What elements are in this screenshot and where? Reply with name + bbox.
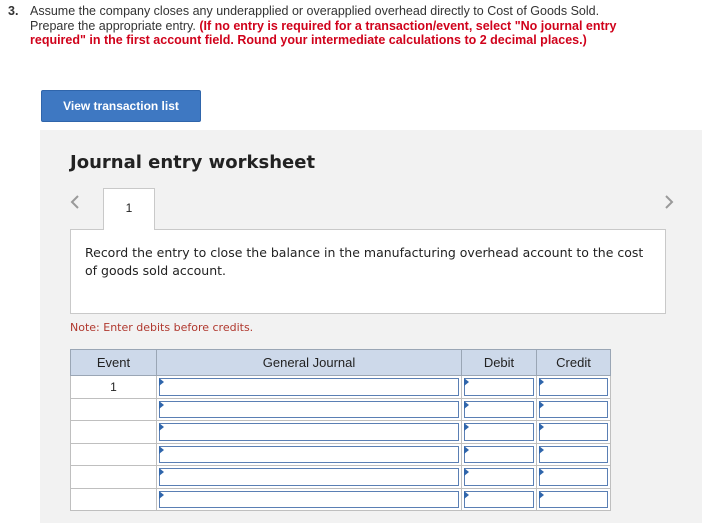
note-text: Note: Enter debits before credits. <box>70 321 254 334</box>
question-text: Assume the company closes any underappli… <box>30 4 640 48</box>
credit-field[interactable] <box>536 420 611 444</box>
event-cell <box>70 397 157 421</box>
header-debit: Debit <box>461 349 537 376</box>
header-general-journal: General Journal <box>156 349 462 376</box>
question-number: 3. <box>8 4 19 18</box>
header-credit: Credit <box>536 349 611 376</box>
account-field[interactable] <box>156 375 462 399</box>
debit-field[interactable] <box>461 420 537 444</box>
table-row <box>70 465 611 489</box>
credit-field[interactable] <box>536 375 611 399</box>
debit-field[interactable] <box>461 487 537 511</box>
event-cell: 1 <box>70 375 157 399</box>
worksheet-title: Journal entry worksheet <box>70 152 316 173</box>
debit-field[interactable] <box>461 465 537 489</box>
event-cell <box>70 442 157 466</box>
chevron-right-icon[interactable] <box>662 192 676 212</box>
table-row <box>70 420 611 444</box>
header-event: Event <box>70 349 157 376</box>
debit-field[interactable] <box>461 397 537 421</box>
table-row <box>70 442 611 466</box>
account-field[interactable] <box>156 442 462 466</box>
credit-field[interactable] <box>536 442 611 466</box>
account-field[interactable] <box>156 465 462 489</box>
credit-field[interactable] <box>536 397 611 421</box>
credit-field[interactable] <box>536 465 611 489</box>
debit-field[interactable] <box>461 375 537 399</box>
credit-field[interactable] <box>536 487 611 511</box>
event-cell <box>70 487 157 511</box>
entry-prompt: Record the entry to close the balance in… <box>70 229 666 314</box>
event-cell <box>70 465 157 489</box>
chevron-left-icon[interactable] <box>68 192 82 212</box>
account-field[interactable] <box>156 397 462 421</box>
table-row <box>70 487 611 511</box>
table-row: 1 <box>70 375 611 399</box>
event-cell <box>70 420 157 444</box>
view-transaction-list-button[interactable]: View transaction list <box>41 90 201 122</box>
journal-table: Event General Journal Debit Credit 1 <box>70 349 611 511</box>
journal-entry-worksheet: Journal entry worksheet 1 Record the ent… <box>40 130 702 523</box>
debit-field[interactable] <box>461 442 537 466</box>
tab-entry-1[interactable]: 1 <box>103 188 155 230</box>
table-row <box>70 397 611 421</box>
account-field[interactable] <box>156 487 462 511</box>
account-field[interactable] <box>156 420 462 444</box>
